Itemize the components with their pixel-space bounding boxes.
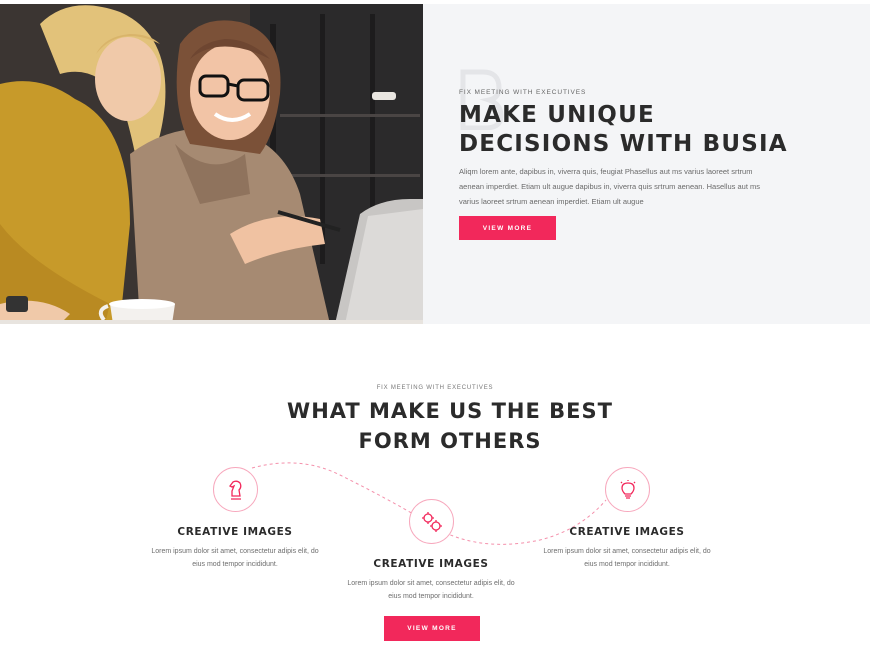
feature-text: Lorem ipsum dolor sit amet, consectetur … <box>347 580 515 600</box>
feature-title: CREATIVE IMAGES <box>569 526 685 538</box>
feature-card-2: CREATIVE IMAGES Lorem ipsum dolor sit am… <box>341 558 521 603</box>
feature-title: CREATIVE IMAGES <box>177 526 293 538</box>
gears-icon <box>409 499 454 544</box>
features-view-more-button[interactable]: VIEW MORE <box>384 616 480 641</box>
feature-card-3: CREATIVE IMAGES Lorem ipsum dolor sit am… <box>537 526 717 571</box>
feature-text: Lorem ipsum dolor sit amet, consectetur … <box>543 548 711 568</box>
feature-text: Lorem ipsum dolor sit amet, consectetur … <box>151 548 319 568</box>
chess-knight-icon <box>213 467 258 512</box>
feature-title: CREATIVE IMAGES <box>373 558 489 570</box>
lightbulb-icon <box>605 467 650 512</box>
features-connector-curve <box>251 462 607 545</box>
feature-card-1: CREATIVE IMAGES Lorem ipsum dolor sit am… <box>145 526 325 571</box>
